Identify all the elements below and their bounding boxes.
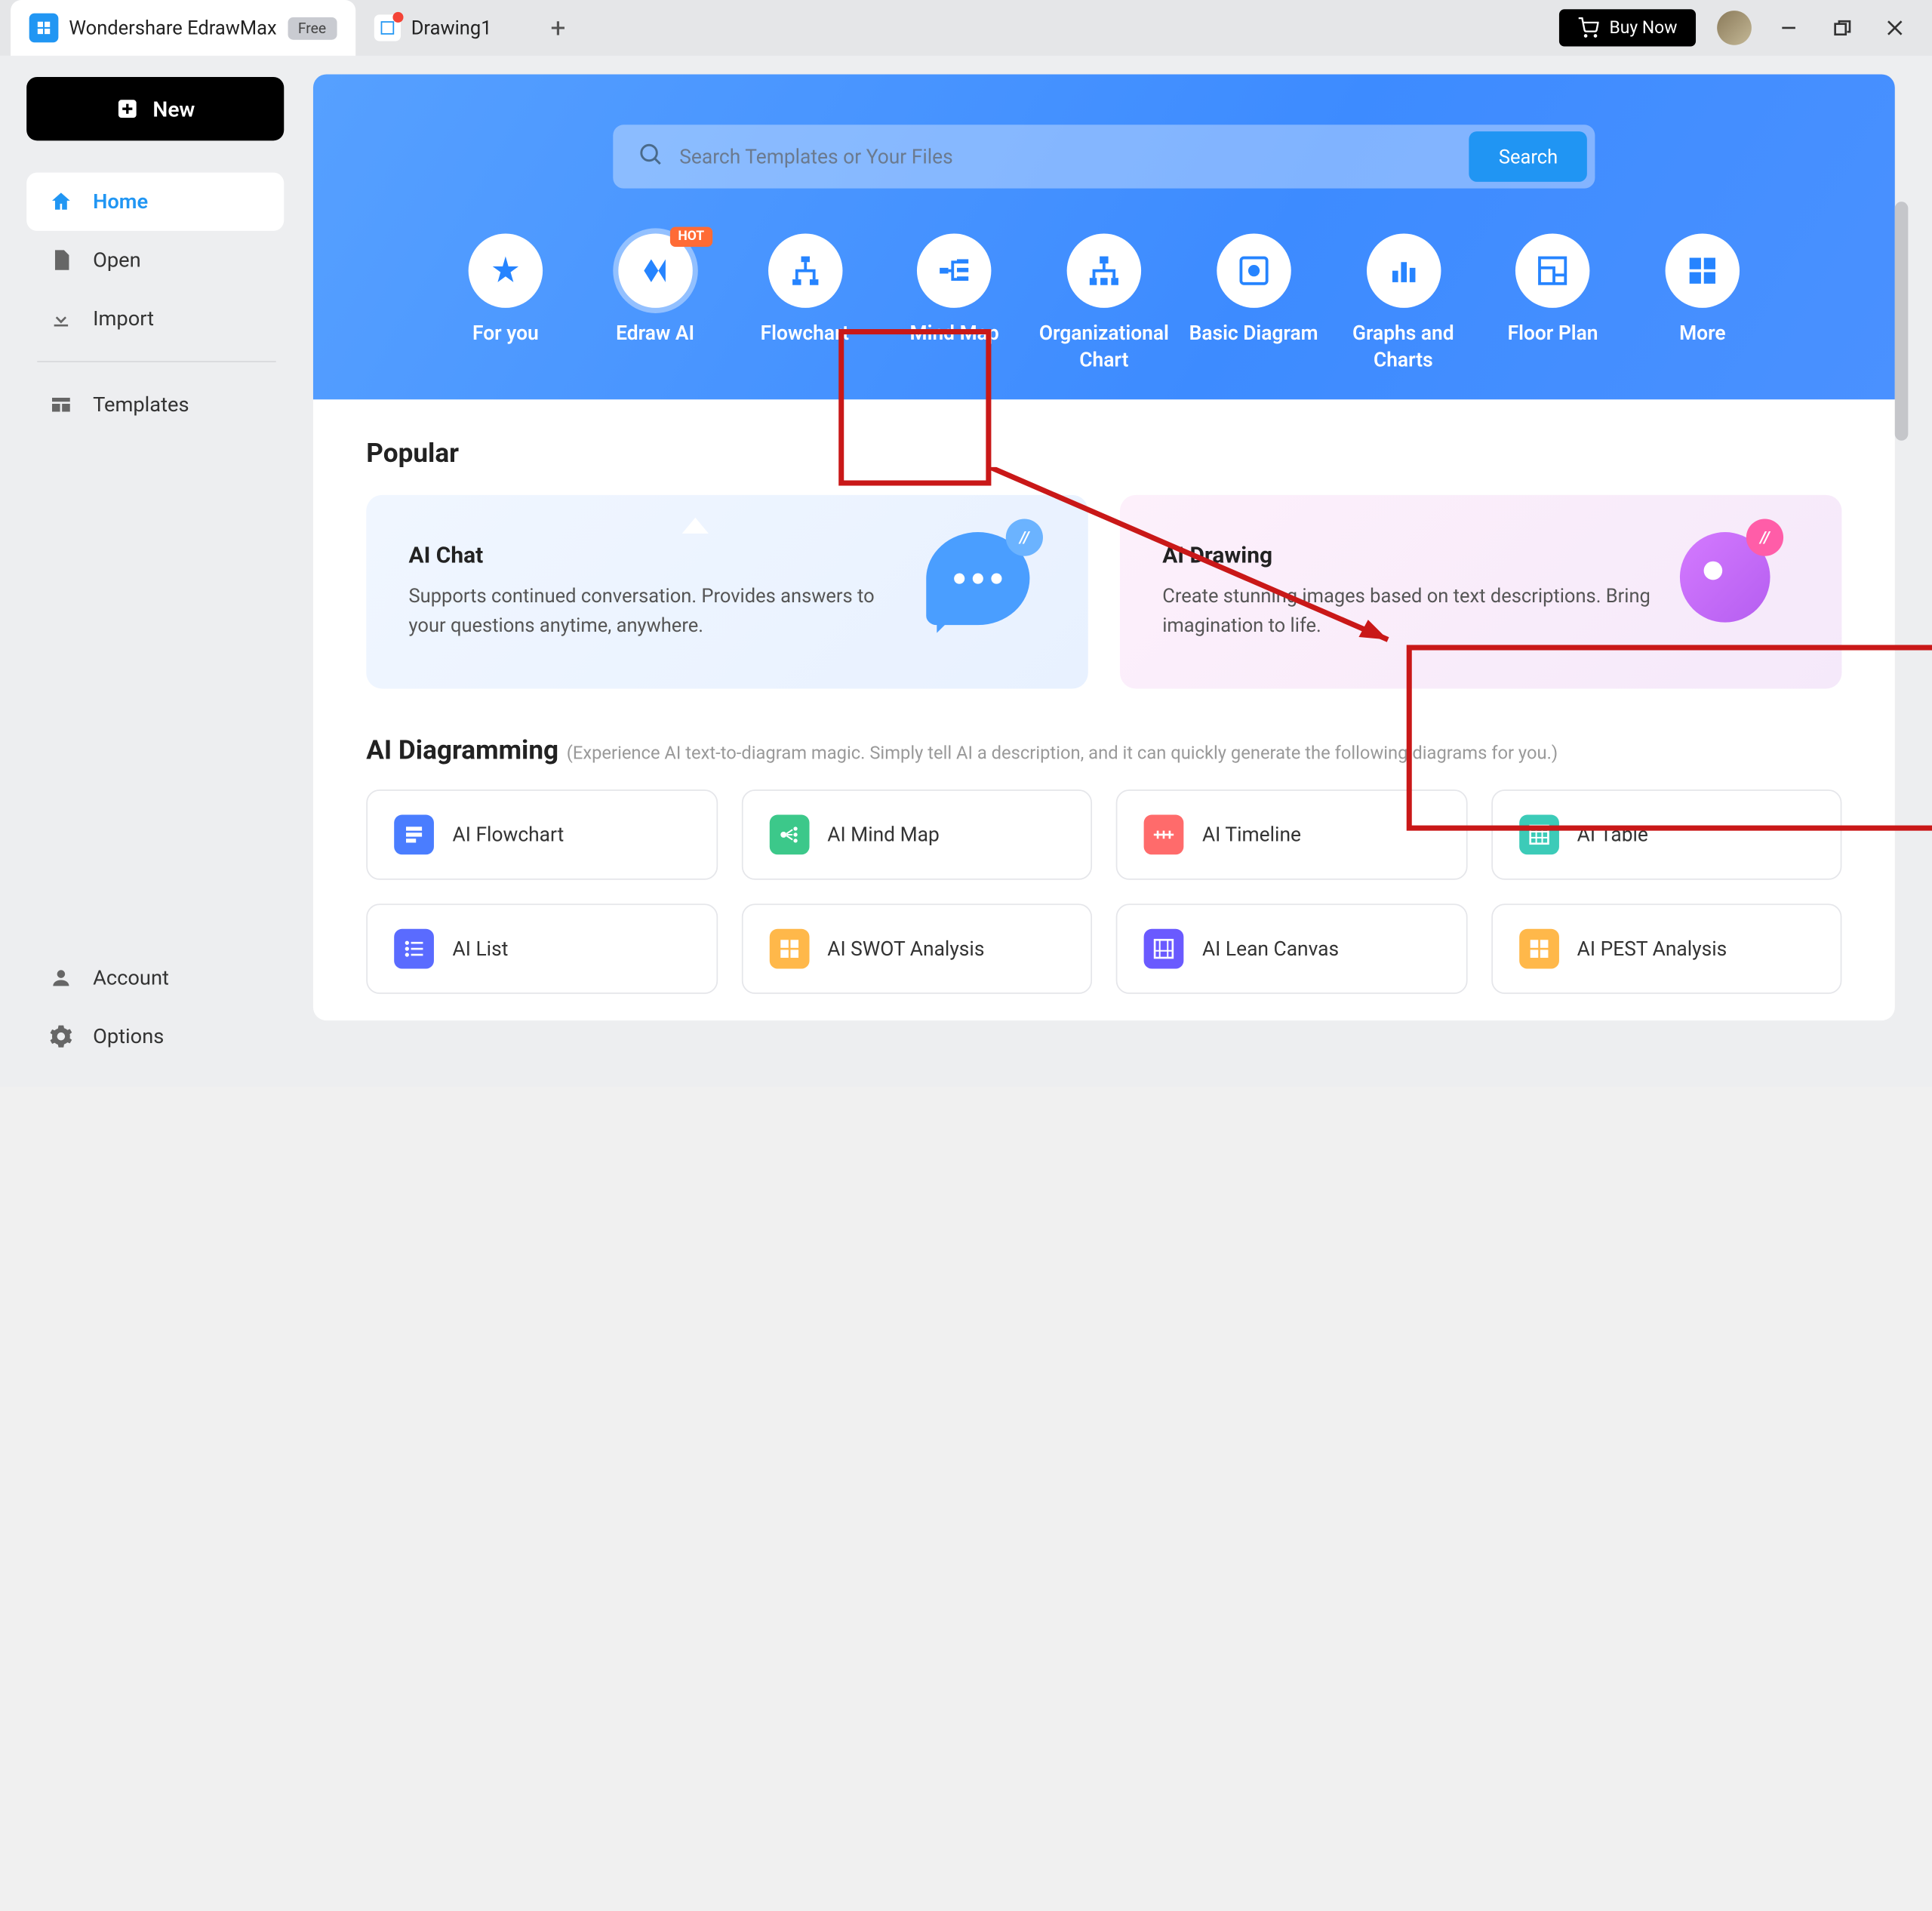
- card-title: AI Chat: [409, 543, 900, 570]
- cat-label: Graphs and Charts: [1331, 321, 1476, 373]
- scrollbar[interactable]: [1895, 202, 1909, 1073]
- card-label: AI List: [453, 937, 509, 961]
- ai-timeline-card[interactable]: AI Timeline: [1116, 789, 1467, 880]
- sidebar-import[interactable]: Import: [26, 289, 284, 347]
- card-label: AI PEST Analysis: [1577, 937, 1727, 961]
- sidebar-options[interactable]: Options: [26, 1008, 284, 1066]
- search-input[interactable]: [679, 145, 1454, 169]
- new-label: New: [152, 96, 195, 121]
- ai-drawing-card[interactable]: AI Drawing Create stunning images based …: [1120, 495, 1841, 689]
- sidebar-account[interactable]: Account: [26, 949, 284, 1007]
- cat-flowchart[interactable]: Flowchart: [732, 233, 878, 373]
- new-button[interactable]: New: [26, 77, 284, 140]
- buy-now-button[interactable]: Buy Now: [1559, 9, 1696, 46]
- section-title: Popular: [366, 436, 1841, 468]
- section-title: AI Diagramming: [366, 734, 558, 765]
- cat-foryou[interactable]: For you: [432, 233, 578, 373]
- cat-label: Floor Plan: [1508, 321, 1598, 346]
- sidebar-label: Import: [93, 306, 154, 331]
- cat-label: Basic Diagram: [1189, 321, 1318, 346]
- free-badge: Free: [288, 17, 337, 39]
- popular-section: Popular AI Chat Supports continued conve…: [313, 399, 1895, 1020]
- cat-label: Edraw AI: [616, 321, 694, 346]
- card-desc: Supports continued conversation. Provide…: [409, 583, 900, 640]
- new-tab-button[interactable]: +: [537, 7, 579, 49]
- card-label: AI Flowchart: [453, 823, 565, 847]
- cat-label: More: [1679, 321, 1725, 346]
- ai-mindmap-card[interactable]: AI Mind Map: [741, 789, 1092, 880]
- search-icon: [637, 140, 663, 172]
- cat-basic[interactable]: Basic Diagram: [1180, 233, 1326, 373]
- ai-pest-card[interactable]: AI PEST Analysis: [1491, 903, 1841, 994]
- titlebar: Wondershare EdrawMax Free Drawing1 + Buy…: [0, 0, 1932, 56]
- plus-icon: [115, 97, 140, 121]
- sidebar-templates[interactable]: Templates: [26, 376, 284, 434]
- maximize-button[interactable]: [1826, 12, 1857, 44]
- ai-table-card[interactable]: AI Table: [1491, 789, 1841, 880]
- ai-list-card[interactable]: AI List: [366, 903, 717, 994]
- sidebar-label: Options: [93, 1024, 164, 1048]
- sidebar-label: Templates: [93, 392, 189, 417]
- account-icon: [48, 965, 74, 991]
- cart-icon: [1577, 17, 1598, 38]
- chat-icon: //: [926, 532, 1045, 651]
- cat-graphs[interactable]: Graphs and Charts: [1331, 233, 1476, 373]
- app-name: Wondershare EdrawMax: [69, 17, 276, 39]
- cat-edrawai[interactable]: HOTEdraw AI: [582, 233, 728, 373]
- ai-swot-card[interactable]: AI SWOT Analysis: [741, 903, 1092, 994]
- cat-label: Flowchart: [761, 321, 849, 346]
- sidebar-label: Account: [93, 966, 169, 990]
- minimize-button[interactable]: [1773, 12, 1804, 44]
- cat-label: For you: [472, 321, 539, 346]
- section-subtitle: (Experience AI text-to-diagram magic. Si…: [567, 743, 1558, 765]
- user-avatar[interactable]: [1717, 11, 1752, 45]
- sidebar-home[interactable]: Home: [26, 173, 284, 231]
- cat-more[interactable]: More: [1629, 233, 1775, 373]
- cat-org[interactable]: Organizational Chart: [1031, 233, 1177, 373]
- tab-app[interactable]: Wondershare EdrawMax Free: [11, 0, 355, 56]
- hero: Search For you HOTEdraw AI Flowchart Min…: [313, 74, 1895, 399]
- ai-flowchart-card[interactable]: AI Flowchart: [366, 789, 717, 880]
- card-label: AI Table: [1577, 823, 1648, 847]
- sidebar: New Home Open Import Templates Account: [0, 56, 289, 1087]
- document-icon: [374, 14, 400, 41]
- home-icon: [48, 189, 74, 215]
- tab-label: Drawing1: [411, 17, 492, 39]
- sidebar-open[interactable]: Open: [26, 231, 284, 289]
- app-logo-icon: [29, 14, 59, 43]
- palette-icon: //: [1680, 532, 1799, 651]
- card-label: AI Lean Canvas: [1202, 937, 1339, 961]
- sidebar-label: Home: [93, 189, 148, 214]
- card-label: AI Mind Map: [827, 823, 940, 847]
- cat-label: Mind Map: [910, 321, 999, 346]
- search-box: Search: [613, 125, 1595, 188]
- buy-label: Buy Now: [1610, 18, 1678, 38]
- card-desc: Create stunning images based on text des…: [1162, 583, 1654, 640]
- divider: [37, 361, 275, 362]
- cat-mindmap[interactable]: Mind Map: [881, 233, 1027, 373]
- sidebar-label: Open: [93, 248, 141, 272]
- ai-chat-card[interactable]: AI Chat Supports continued conversation.…: [366, 495, 1088, 689]
- cat-label: Organizational Chart: [1031, 321, 1177, 373]
- active-indicator: [682, 518, 709, 534]
- close-button[interactable]: [1879, 12, 1911, 44]
- templates-icon: [48, 392, 74, 418]
- card-title: AI Drawing: [1162, 543, 1654, 570]
- search-button[interactable]: Search: [1469, 131, 1587, 182]
- content: ▾ ▾ ▾ Search For you HOTEdraw AI Flowcha…: [289, 56, 1932, 1087]
- tab-drawing1[interactable]: Drawing1: [355, 0, 510, 56]
- card-label: AI Timeline: [1202, 823, 1301, 847]
- hot-badge: HOT: [670, 227, 712, 247]
- gear-icon: [48, 1023, 74, 1050]
- cat-floor[interactable]: Floor Plan: [1480, 233, 1626, 373]
- import-icon: [48, 305, 74, 331]
- card-label: AI SWOT Analysis: [827, 937, 984, 961]
- ai-lean-card[interactable]: AI Lean Canvas: [1116, 903, 1467, 994]
- file-icon: [48, 247, 74, 273]
